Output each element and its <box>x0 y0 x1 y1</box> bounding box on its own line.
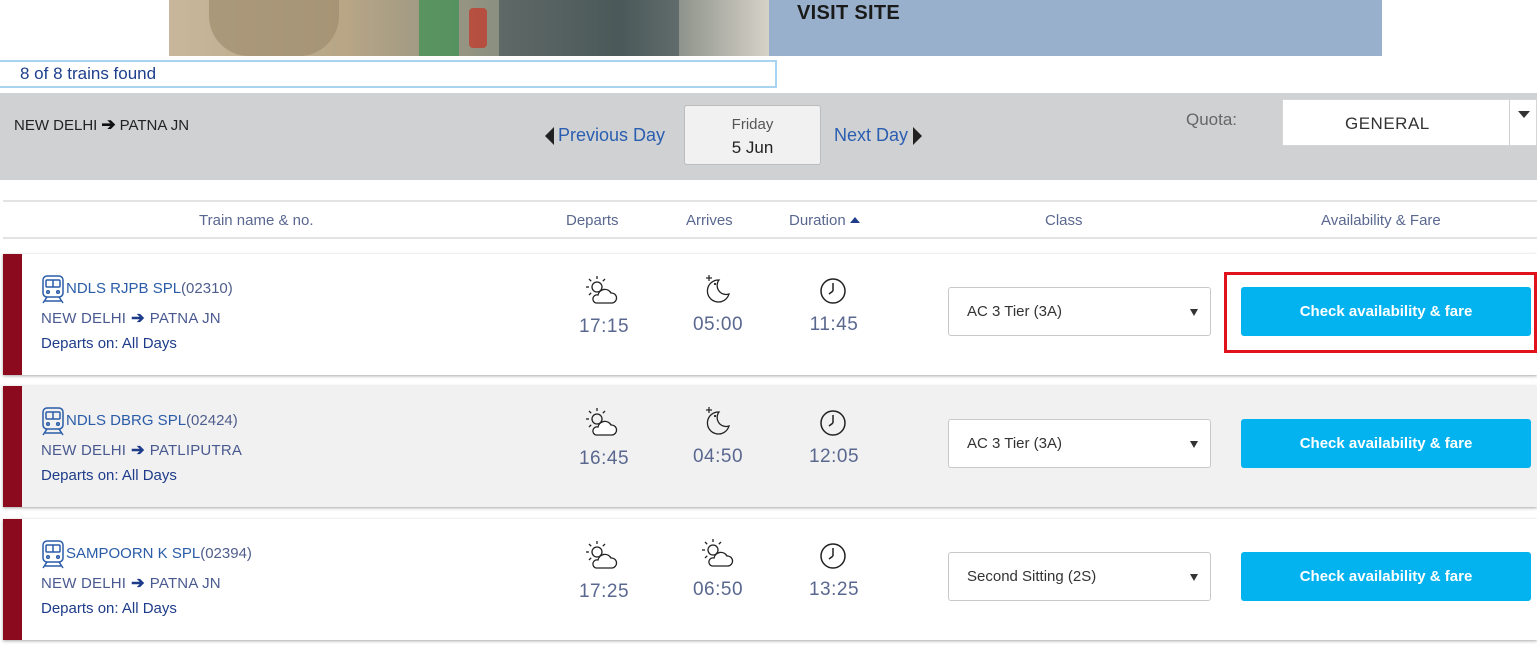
date-picker[interactable]: Friday 5 Jun <box>684 105 821 165</box>
chevron-down-icon <box>1190 574 1198 581</box>
check-availability-button[interactable]: Check availability & fare <box>1241 552 1531 601</box>
journey-duration: 11:45 <box>809 314 859 335</box>
quota-value: GENERAL <box>1345 114 1430 133</box>
class-select[interactable]: Second Sitting (2S) <box>948 552 1211 601</box>
train-route: NEW DELHI ➔ PATLIPUTRA <box>41 440 242 460</box>
arrival-time: 06:50 <box>692 579 744 600</box>
route-summary: NEW DELHI ➔ PATNA JN <box>14 115 189 135</box>
train-row: NDLS DBRG SPL(02424) NEW DELHI ➔ PATLIPUTRA… <box>3 386 1537 507</box>
quota-select[interactable]: GENERAL <box>1282 99 1537 146</box>
train-to: PATNA JN <box>149 574 221 592</box>
col-class: Class <box>1045 212 1083 229</box>
journey-duration: 12:05 <box>808 446 860 467</box>
class-select[interactable]: AC 3 Tier (3A) <box>948 419 1211 468</box>
next-day-label: Next Day <box>834 125 909 145</box>
clock-icon <box>816 274 850 308</box>
row-stripe <box>3 254 22 375</box>
train-to: PATNA JN <box>149 309 221 327</box>
check-availability-button[interactable]: Check availability & fare <box>1241 419 1531 468</box>
train-name-link[interactable]: NDLS RJPB SPL(02310) <box>66 280 233 297</box>
arrival-time: 05:00 <box>692 314 744 335</box>
col-duration-label: Duration <box>789 212 846 229</box>
departure-time: 17:15 <box>578 316 630 337</box>
col-train: Train name & no. <box>199 212 314 229</box>
results-count: 8 of 8 trains found <box>0 60 777 88</box>
caret-left-icon <box>545 126 554 145</box>
col-departs[interactable]: Departs <box>566 212 619 229</box>
caret-right-icon <box>913 126 923 145</box>
select-divider <box>1509 100 1510 145</box>
check-availability-button[interactable]: Check availability & fare <box>1241 287 1531 336</box>
advert-image <box>169 0 769 56</box>
previous-day-label: Previous Day <box>558 125 666 145</box>
train-name-link[interactable]: NDLS DBRG SPL(02424) <box>66 412 238 429</box>
train-from: NEW DELHI <box>41 309 127 327</box>
chevron-down-icon <box>1190 309 1198 316</box>
row-stripe <box>3 386 22 507</box>
train-to: PATLIPUTRA <box>149 441 243 459</box>
departure-time: 17:25 <box>578 581 630 602</box>
class-select[interactable]: AC 3 Tier (3A) <box>948 287 1211 336</box>
train-icon <box>41 539 65 569</box>
train-icon <box>41 274 65 304</box>
class-value: AC 3 Tier (3A) <box>967 303 1063 320</box>
departs-on-days: Departs on: All Days <box>41 600 177 617</box>
train-name-link[interactable]: SAMPOORN K SPL(02394) <box>66 545 252 562</box>
journey-duration: 13:25 <box>808 579 860 600</box>
arrow-right-icon: ➔ <box>101 115 116 134</box>
next-day-button[interactable]: Next Day <box>834 125 923 146</box>
moon-icon <box>700 272 734 306</box>
train-from: NEW DELHI <box>41 574 127 592</box>
train-row: SAMPOORN K SPL(02394) NEW DELHI ➔ PATNA JN D… <box>3 519 1537 640</box>
chevron-down-icon <box>1190 441 1198 448</box>
visit-site-link[interactable]: VISIT SITE <box>769 0 1382 56</box>
col-arrives[interactable]: Arrives <box>686 212 733 229</box>
train-name: NDLS RJPB SPL <box>66 280 182 297</box>
train-number: (02310) <box>181 280 233 297</box>
class-value: AC 3 Tier (3A) <box>967 435 1063 452</box>
clock-icon <box>816 539 850 573</box>
train-name: NDLS DBRG SPL <box>66 412 187 429</box>
arrow-right-icon: ➔ <box>131 310 145 327</box>
partly-cloudy-icon <box>700 537 734 571</box>
partly-cloudy-icon <box>584 539 618 573</box>
results-table-header: Train name & no. Departs Arrives Duratio… <box>3 200 1537 239</box>
day-of-week: Friday <box>731 116 774 133</box>
quota-label: Quota: <box>1186 110 1238 129</box>
previous-day-button[interactable]: Previous Day <box>545 125 665 146</box>
moon-icon <box>700 404 734 438</box>
class-value: Second Sitting (2S) <box>967 568 1097 585</box>
origin-station: NEW DELHI <box>14 116 98 134</box>
chevron-down-icon <box>1518 111 1530 118</box>
departs-on-days: Departs on: All Days <box>41 335 177 352</box>
col-duration[interactable]: Duration <box>789 212 860 229</box>
arrival-time: 04:50 <box>692 446 744 467</box>
visit-site-label: VISIT SITE <box>797 2 901 24</box>
train-icon <box>41 406 65 436</box>
train-name: SAMPOORN K SPL <box>66 545 201 562</box>
train-route: NEW DELHI ➔ PATNA JN <box>41 308 221 328</box>
journey-date: 5 Jun <box>731 138 774 157</box>
train-number: (02424) <box>186 412 238 429</box>
train-row: NDLS RJPB SPL(02310) NEW DELHI ➔ PATNA JN De… <box>3 254 1537 375</box>
search-summary-bar: NEW DELHI ➔ PATNA JN Previous Day Friday… <box>0 93 1537 180</box>
departs-on-days: Departs on: All Days <box>41 467 177 484</box>
arrow-right-icon: ➔ <box>131 575 145 592</box>
partly-cloudy-icon <box>584 406 618 440</box>
arrow-right-icon: ➔ <box>131 442 145 459</box>
advert-banner[interactable]: VISIT SITE <box>169 0 1382 56</box>
destination-station: PATNA JN <box>119 116 190 134</box>
train-route: NEW DELHI ➔ PATNA JN <box>41 573 221 593</box>
sort-ascending-icon <box>849 217 860 223</box>
col-availability: Availability & Fare <box>1321 212 1441 229</box>
clock-icon <box>816 406 850 440</box>
train-from: NEW DELHI <box>41 441 127 459</box>
departure-time: 16:45 <box>578 448 630 469</box>
partly-cloudy-icon <box>584 274 618 308</box>
row-stripe <box>3 519 22 640</box>
train-number: (02394) <box>200 545 252 562</box>
